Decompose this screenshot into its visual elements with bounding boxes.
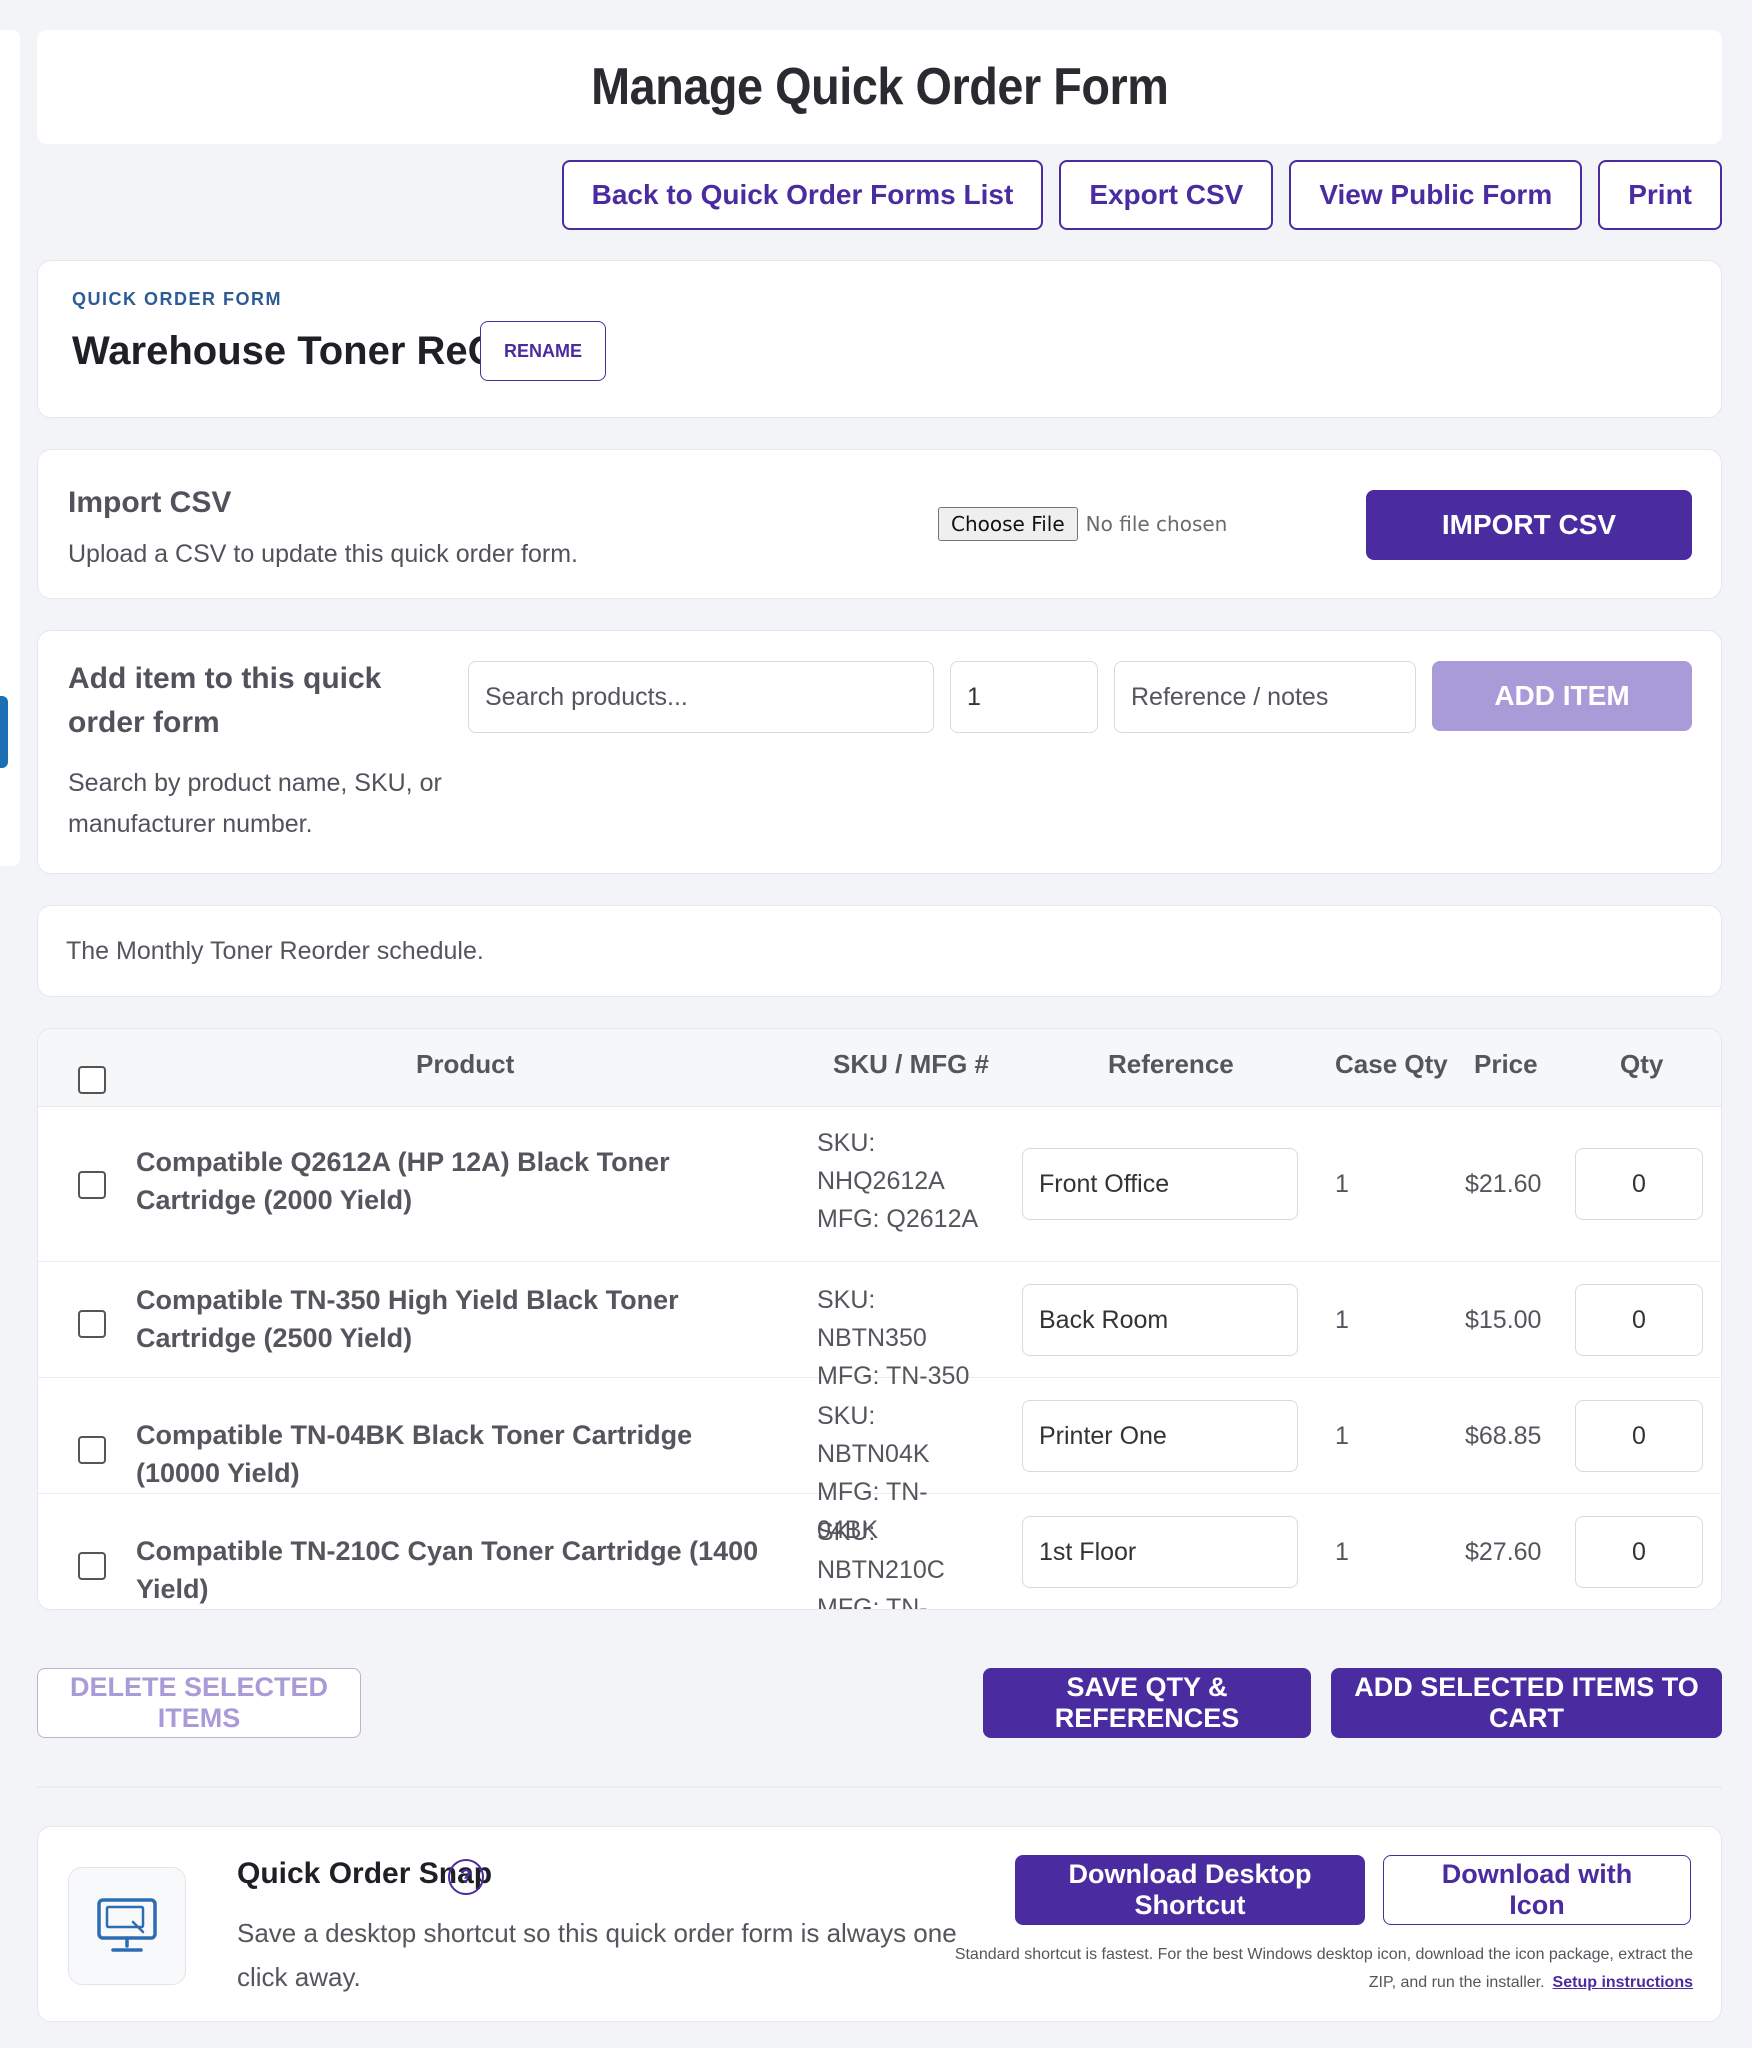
row-reference-input[interactable] [1022, 1516, 1298, 1588]
delete-selected-button[interactable]: DELETE SELECTED ITEMS [37, 1668, 361, 1738]
row-checkbox[interactable] [78, 1171, 106, 1199]
mfg-value: MFG: Q2612A [817, 1205, 979, 1233]
back-to-list-button[interactable]: Back to Quick Order Forms List [561, 160, 1044, 230]
desktop-monitor-icon [68, 1867, 186, 1985]
row-reference-input[interactable] [1022, 1148, 1298, 1220]
save-qty-references-button[interactable]: SAVE QTY & REFERENCES [983, 1668, 1311, 1738]
import-csv-title: Import CSV [68, 486, 232, 519]
header-sku: SKU / MFG # [833, 1049, 990, 1079]
price: $68.85 [1465, 1422, 1542, 1450]
price: $27.60 [1465, 1538, 1542, 1566]
add-item-button[interactable]: ADD ITEM [1432, 661, 1692, 731]
section-divider [37, 1786, 1722, 1788]
add-item-title: Add item to this quick order form [68, 662, 382, 739]
product-name: Compatible TN-04BK Black Toner Cartridge… [136, 1420, 693, 1488]
product-name: Compatible Q2612A (HP 12A) Black Toner C… [136, 1147, 670, 1215]
file-status: No file chosen [1085, 512, 1228, 536]
product-name: Compatible TN-350 High Yield Black Toner… [136, 1285, 679, 1353]
view-public-form-button[interactable]: View Public Form [1289, 160, 1583, 230]
form-name-card: QUICK ORDER FORM Warehouse Toner ReOrder… [37, 260, 1722, 418]
snap-subtitle: Save a desktop shortcut so this quick or… [237, 1918, 957, 1992]
row-reference-input[interactable] [1022, 1400, 1298, 1472]
header-price: Price [1474, 1049, 1538, 1079]
left-edge-tab[interactable] [0, 696, 8, 768]
table-row: Compatible TN-04BK Black Toner Cartridge… [38, 1378, 1721, 1544]
mfg-value: MFG: TN-210C [817, 1594, 928, 1610]
setup-instructions-link[interactable]: Setup instructions [1553, 1974, 1693, 1991]
price: $15.00 [1465, 1306, 1542, 1334]
row-qty-input[interactable] [1575, 1148, 1703, 1220]
print-button[interactable]: Print [1598, 160, 1722, 230]
case-qty: 1 [1335, 1422, 1349, 1450]
help-icon[interactable]: ? [448, 1859, 484, 1895]
sku-value: SKU: NBTN210C [817, 1518, 945, 1584]
row-reference-input[interactable] [1022, 1284, 1298, 1356]
items-table: Product SKU / MFG # Reference Case Qty P… [37, 1028, 1722, 1610]
add-selected-to-cart-button[interactable]: ADD SELECTED ITEMS TO CART [1331, 1668, 1722, 1738]
sku-value: SKU: NBTN04K [817, 1402, 930, 1468]
form-eyebrow: QUICK ORDER FORM [72, 289, 282, 309]
rename-button[interactable]: RENAME [480, 321, 606, 381]
row-checkbox[interactable] [78, 1552, 106, 1580]
row-qty-input[interactable] [1575, 1284, 1703, 1356]
select-all-checkbox[interactable] [78, 1066, 106, 1094]
file-picker: Choose File No file chosen [938, 507, 1227, 541]
import-csv-button[interactable]: IMPORT CSV [1366, 490, 1692, 560]
row-qty-input[interactable] [1575, 1400, 1703, 1472]
header-product: Product [416, 1049, 515, 1079]
case-qty: 1 [1335, 1170, 1349, 1198]
form-description-card: The Monthly Toner Reorder schedule. [37, 905, 1722, 997]
price: $21.60 [1465, 1170, 1542, 1198]
sku-mfg: SKU: NHQ2612A MFG: Q2612A [817, 1124, 987, 1238]
quick-order-snap-card: Quick Order Snap ? Save a desktop shortc… [37, 1826, 1722, 2022]
sku-mfg: SKU: NBTN210C MFG: TN-210C [817, 1513, 987, 1610]
table-row: Compatible TN-210C Cyan Toner Cartridge … [38, 1494, 1721, 1610]
row-qty-input[interactable] [1575, 1516, 1703, 1588]
snap-note: Standard shortcut is fastest. For the be… [953, 1941, 1693, 1997]
export-csv-button[interactable]: Export CSV [1059, 160, 1274, 230]
case-qty: 1 [1335, 1306, 1349, 1334]
top-action-bar: Back to Quick Order Forms List Export CS… [561, 160, 1722, 230]
page-header: Manage Quick Order Form [37, 30, 1722, 144]
add-item-card: Add item to this quick order form Search… [37, 630, 1722, 874]
product-name: Compatible TN-210C Cyan Toner Cartridge … [136, 1536, 759, 1604]
reference-notes-input[interactable] [1114, 661, 1416, 733]
table-header: Product SKU / MFG # Reference Case Qty P… [38, 1029, 1721, 1107]
download-with-icon-button[interactable]: Download with Icon [1383, 1855, 1691, 1925]
product-search-input[interactable] [468, 661, 934, 733]
table-row: Compatible TN-350 High Yield Black Toner… [38, 1262, 1721, 1390]
import-csv-subtitle: Upload a CSV to update this quick order … [68, 540, 578, 568]
sku-value: SKU: NBTN350 [817, 1286, 927, 1352]
header-reference: Reference [1108, 1049, 1234, 1079]
add-item-subtitle: Search by product name, SKU, or manufact… [68, 769, 442, 838]
table-row: Compatible Q2612A (HP 12A) Black Toner C… [38, 1107, 1721, 1262]
row-checkbox[interactable] [78, 1310, 106, 1338]
row-checkbox[interactable] [78, 1436, 106, 1464]
form-description: The Monthly Toner Reorder schedule. [66, 936, 484, 965]
import-csv-card: Import CSV Upload a CSV to update this q… [37, 449, 1722, 599]
header-qty: Qty [1620, 1049, 1664, 1079]
sku-value: SKU: NHQ2612A [817, 1129, 945, 1195]
case-qty: 1 [1335, 1538, 1349, 1566]
add-qty-input[interactable] [950, 661, 1098, 733]
header-case-qty: Case Qty [1335, 1049, 1448, 1079]
choose-file-button[interactable]: Choose File [938, 507, 1078, 541]
page-title: Manage Quick Order Form [590, 58, 1169, 116]
download-desktop-shortcut-button[interactable]: Download Desktop Shortcut [1015, 1855, 1365, 1925]
